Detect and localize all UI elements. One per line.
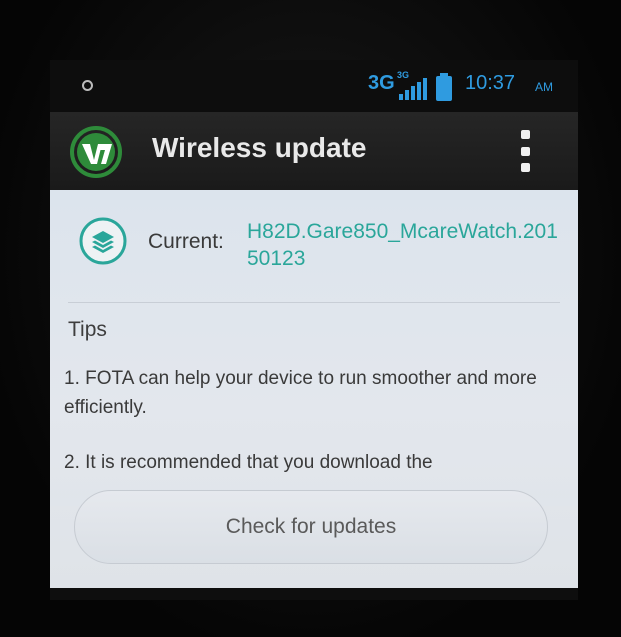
fota-app-icon[interactable] (70, 126, 122, 178)
phone-screen: 3G 3G 10:37 AM Wireless update Current: … (50, 60, 578, 600)
bottom-edge (50, 588, 578, 600)
signal-icon (399, 78, 427, 100)
network-type: 3G (368, 72, 395, 94)
menu-dot (520, 146, 530, 156)
divider (68, 302, 560, 303)
tip-item: 1. FOTA can help your device to run smoo… (64, 368, 537, 418)
content-panel: Current: H82D.Gare850_McareWatch.2015012… (50, 190, 578, 588)
current-label: Current: (148, 230, 224, 253)
current-version: H82D.Gare850_McareWatch.20150123 (247, 220, 558, 270)
battery-icon (436, 73, 452, 101)
menu-dot (520, 130, 530, 139)
notification-dot-icon (82, 80, 93, 91)
clock-ampm: AM (535, 80, 553, 94)
overflow-menu-icon[interactable] (510, 128, 540, 174)
app-title: Wireless update (152, 132, 367, 163)
action-bar: Wireless update (50, 112, 578, 190)
clock-time: 10:37 (465, 72, 516, 94)
check-for-updates-button[interactable]: Check for updates (74, 490, 548, 564)
layers-icon (79, 217, 127, 265)
menu-dot (520, 163, 530, 172)
status-bar: 3G 3G 10:37 AM (50, 60, 578, 112)
tips-title: Tips (68, 318, 107, 341)
